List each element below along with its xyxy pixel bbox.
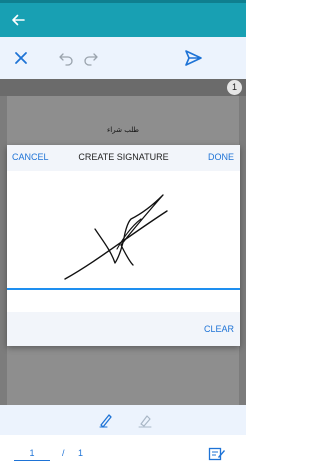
page-navigator: 1 / 1 — [0, 435, 246, 474]
arrow-left-icon[interactable] — [10, 12, 26, 28]
done-button[interactable]: DONE — [208, 152, 234, 162]
page-number-badge: 1 — [227, 80, 242, 95]
page-header-band: 1 — [0, 79, 246, 96]
undo-icon[interactable] — [57, 49, 75, 67]
dialog-footer: CLEAR — [7, 312, 240, 346]
page-separator: / — [62, 448, 65, 458]
tool-strip — [0, 405, 246, 435]
pen-icon[interactable] — [98, 412, 114, 428]
dialog-header: CREATE SIGNATURE CANCEL DONE — [7, 145, 240, 171]
cancel-button[interactable]: CANCEL — [12, 152, 49, 162]
edit-note-icon[interactable] — [208, 446, 226, 462]
highlighter-icon[interactable] — [137, 412, 153, 428]
send-icon[interactable] — [183, 48, 203, 68]
create-signature-dialog: CREATE SIGNATURE CANCEL DONE CLEAR — [7, 145, 240, 346]
clear-button[interactable]: CLEAR — [204, 324, 234, 334]
current-page-input[interactable]: 1 — [14, 447, 50, 461]
signature-baseline — [7, 288, 240, 290]
total-pages: 1 — [78, 448, 84, 458]
app-bar — [0, 3, 246, 37]
signature-canvas[interactable] — [7, 171, 240, 289]
redo-icon[interactable] — [82, 49, 100, 67]
annotation-toolbar — [0, 37, 246, 79]
signature-stroke — [64, 194, 168, 280]
document-title: طلب شراء — [107, 126, 139, 134]
close-icon[interactable] — [12, 49, 30, 67]
